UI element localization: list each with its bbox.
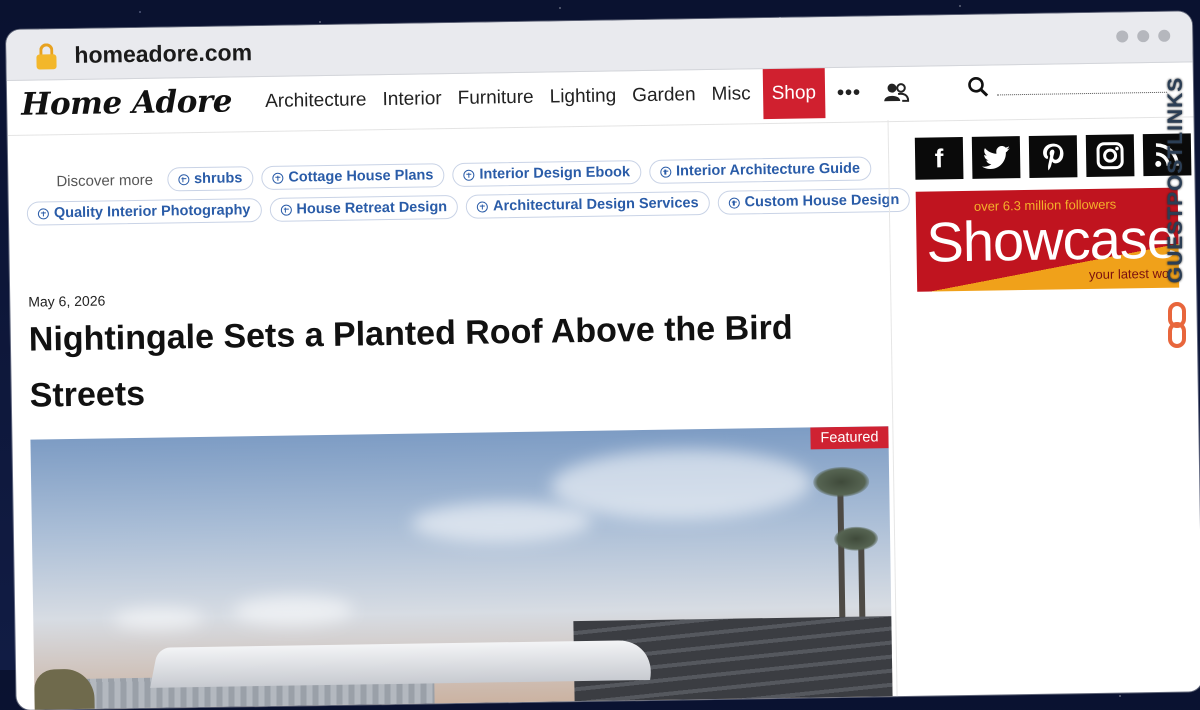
discover-chip[interactable]: shrubs: [166, 166, 254, 192]
search-input[interactable]: [997, 91, 1168, 96]
discover-chip[interactable]: Cottage House Plans: [261, 163, 445, 191]
browser-window: homeadore.com Home Adore Architecture In…: [6, 11, 1200, 710]
plus-circle-icon: [659, 166, 672, 178]
plus-circle-icon: [280, 204, 292, 216]
banner-title: Showcase: [925, 206, 1178, 274]
search-area: [967, 73, 1168, 103]
pinterest-icon[interactable]: [1028, 135, 1078, 178]
banner-subline: your latest wo: [1088, 265, 1170, 283]
plus-circle-icon: [272, 172, 284, 184]
discover-chip[interactable]: Interior Architecture Guide: [648, 156, 872, 184]
featured-image[interactable]: Featured: [30, 426, 894, 710]
plus-circle-icon: [728, 196, 740, 209]
sidebar: f over 6.3 million followers Showcase yo…: [887, 115, 1200, 701]
twitter-icon[interactable]: [971, 136, 1021, 179]
main-nav: Architecture Interior Furniture Lighting…: [257, 67, 920, 127]
showcase-banner[interactable]: over 6.3 million followers Showcase your…: [915, 187, 1180, 292]
window-dot[interactable]: [1158, 29, 1171, 42]
plus-circle-icon: [177, 173, 190, 185]
discover-chip[interactable]: Custom House Design: [717, 187, 911, 215]
window-dot[interactable]: [1116, 30, 1129, 43]
nav-item-architecture[interactable]: Architecture: [257, 75, 375, 127]
address-bar-url[interactable]: homeadore.com: [74, 39, 252, 69]
article-title[interactable]: Nightingale Sets a Planted Roof Above th…: [28, 298, 880, 423]
more-menu-button[interactable]: •••: [825, 67, 874, 118]
user-icon[interactable]: [873, 67, 920, 118]
featured-badge: Featured: [810, 426, 889, 450]
discover-more-section: Discover more shrubs Cottage House Plans…: [26, 156, 911, 233]
guestpostlinks-watermark: GUESTPOSTLINKS: [1160, 58, 1194, 358]
chain-link-icon: [1166, 302, 1188, 348]
discover-chip[interactable]: Architectural Design Services: [465, 190, 710, 219]
nav-item-furniture[interactable]: Furniture: [449, 73, 542, 124]
discover-chip[interactable]: Interior Design Ebook: [452, 160, 642, 188]
lock-icon: [36, 43, 57, 70]
discover-chip[interactable]: House Retreat Design: [269, 194, 459, 222]
main-content: Discover more shrubs Cottage House Plans…: [8, 120, 911, 710]
window-controls: [1116, 29, 1171, 43]
nav-item-misc[interactable]: Misc: [703, 69, 759, 120]
instagram-icon[interactable]: [1085, 134, 1135, 178]
nav-item-interior[interactable]: Interior: [374, 74, 450, 125]
social-links: f: [914, 133, 1192, 180]
discover-chip[interactable]: Quality Interior Photography: [26, 198, 262, 226]
article-date: May 6, 2026: [28, 292, 106, 310]
nav-item-garden[interactable]: Garden: [624, 70, 704, 121]
plus-circle-icon: [477, 200, 489, 213]
window-dot[interactable]: [1137, 30, 1150, 43]
discover-label: Discover more: [56, 171, 154, 190]
nav-item-lighting[interactable]: Lighting: [541, 71, 624, 122]
plus-circle-icon: [37, 207, 49, 220]
watermark-text: GUESTPOSTLINKS: [1164, 76, 1187, 284]
site-logo[interactable]: Home Adore: [21, 83, 232, 122]
search-icon[interactable]: [967, 76, 989, 103]
facebook-icon[interactable]: f: [914, 136, 964, 180]
plus-circle-icon: [463, 169, 475, 181]
nav-item-shop[interactable]: Shop: [762, 68, 826, 120]
